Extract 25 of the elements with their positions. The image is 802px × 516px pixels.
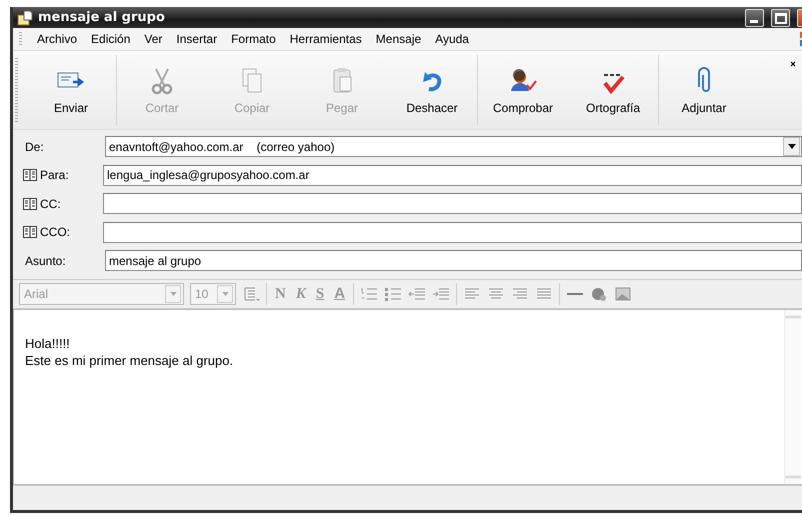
message-body[interactable]: Hola!!!!! Este es mi primer mensaje al grupo. bbox=[13, 309, 802, 485]
toolbar-button[interactable]: Adjuntar bbox=[659, 55, 749, 125]
field-label: CC: bbox=[40, 196, 61, 210]
toolbar-button[interactable]: Comprobar bbox=[478, 55, 568, 125]
window-title: mensaje al grupo bbox=[38, 10, 165, 25]
field-label: CCO: bbox=[40, 225, 70, 239]
field-label: Asunto: bbox=[25, 254, 66, 268]
menu-item[interactable]: Ayuda bbox=[428, 30, 476, 48]
field-label: Para: bbox=[40, 168, 69, 182]
toolbar-button[interactable]: Enviar bbox=[26, 55, 116, 125]
input-field[interactable]: mensaje al grupo bbox=[105, 250, 802, 271]
message-text: Este es mi primer mensaje al grupo. bbox=[25, 352, 234, 369]
menu-item[interactable]: Ver bbox=[137, 30, 170, 48]
input-field[interactable]: lengua_inglesa@gruposyahoo.com.ar bbox=[103, 164, 802, 186]
message-text: Hola!!!!! bbox=[25, 335, 71, 352]
menu-item[interactable]: Herramientas bbox=[282, 30, 369, 48]
toolbar-button[interactable]: Ortografía bbox=[568, 55, 658, 125]
menu-item[interactable]: Mensaje bbox=[368, 30, 428, 48]
menu-item[interactable]: Edición bbox=[84, 30, 138, 48]
menu-item[interactable]: Insertar bbox=[169, 30, 224, 48]
field-label: De: bbox=[25, 140, 44, 154]
toolbar-button[interactable]: Deshacer bbox=[387, 55, 477, 125]
sender-dropdown[interactable]: enavntoft@yahoo.com.ar (correo yahoo) bbox=[105, 136, 802, 157]
menu-item[interactable]: Formato bbox=[224, 30, 283, 48]
menu-item[interactable]: Archivo bbox=[30, 30, 84, 48]
